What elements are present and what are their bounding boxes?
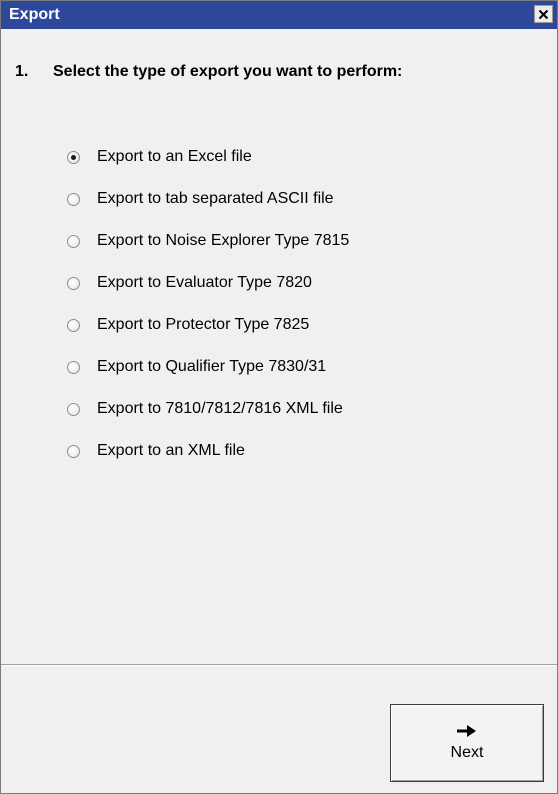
- step-heading-text: Select the type of export you want to pe…: [53, 63, 403, 80]
- radio-button[interactable]: [67, 402, 80, 416]
- export-dialog: Export 1. Select the type of export you w…: [0, 0, 558, 794]
- radio-button[interactable]: [67, 444, 80, 458]
- step-heading: 1. Select the type of export you want to …: [15, 63, 402, 81]
- radio-button[interactable]: [67, 276, 80, 290]
- option-label[interactable]: Export to Protector Type 7825: [97, 316, 309, 334]
- radio-option-xml[interactable]: Export to an XML file: [67, 426, 527, 476]
- option-label[interactable]: Export to Evaluator Type 7820: [97, 274, 312, 292]
- export-type-options: Export to an Excel file Export to tab se…: [67, 132, 527, 476]
- option-label[interactable]: Export to Qualifier Type 7830/31: [97, 358, 326, 376]
- next-button[interactable]: Next: [390, 704, 544, 782]
- option-label[interactable]: Export to an XML file: [97, 442, 245, 460]
- option-label[interactable]: Export to 7810/7812/7816 XML file: [97, 400, 343, 418]
- window-title: Export: [9, 6, 60, 23]
- title-bar[interactable]: Export: [1, 1, 557, 29]
- close-button[interactable]: [534, 5, 553, 23]
- radio-button[interactable]: [67, 192, 80, 206]
- radio-button[interactable]: [67, 234, 80, 248]
- divider: [1, 664, 557, 666]
- close-icon: [538, 9, 549, 20]
- radio-button-selected[interactable]: [67, 150, 80, 164]
- option-label[interactable]: Export to an Excel file: [97, 148, 252, 166]
- option-label[interactable]: Export to tab separated ASCII file: [97, 190, 334, 208]
- radio-button[interactable]: [67, 360, 80, 374]
- radio-button[interactable]: [67, 318, 80, 332]
- step-number: 1.: [15, 63, 29, 80]
- next-label: Next: [450, 744, 484, 761]
- option-label[interactable]: Export to Noise Explorer Type 7815: [97, 232, 349, 250]
- arrow-right-icon: [456, 724, 478, 738]
